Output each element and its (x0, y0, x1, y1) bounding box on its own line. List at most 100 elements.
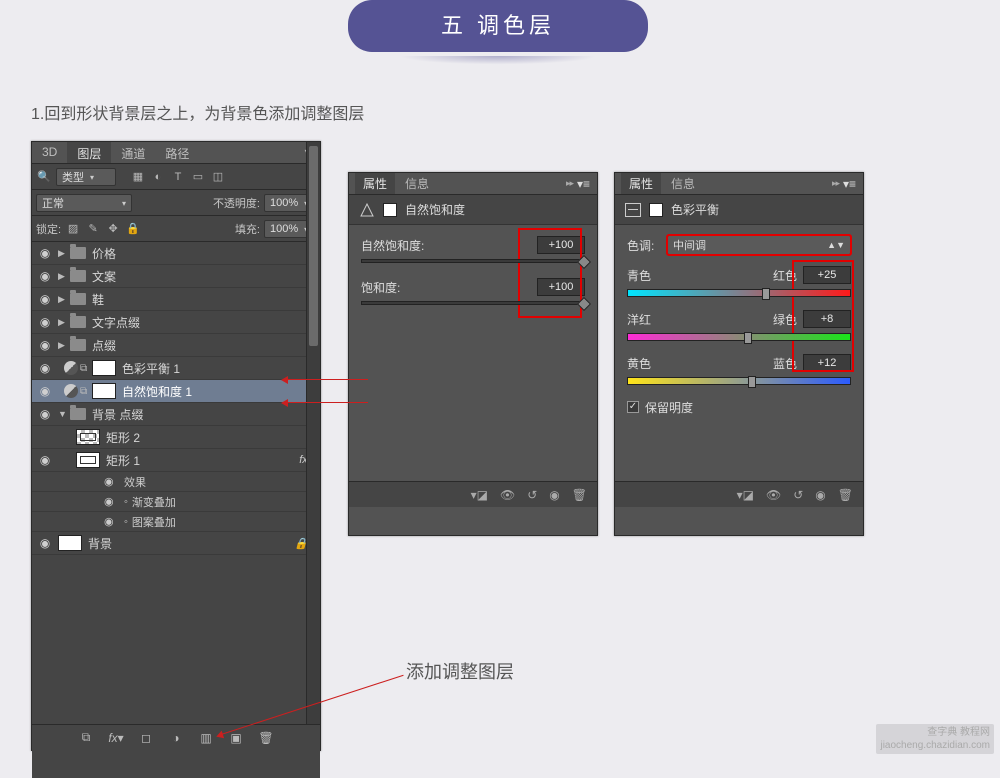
clip-to-layer-icon[interactable]: ▾◪ (471, 488, 488, 502)
tab-layers[interactable]: 图层 (67, 142, 111, 163)
reset-icon[interactable]: ↺ (793, 488, 803, 502)
toggle-visibility-icon[interactable]: ◉ (815, 488, 825, 502)
layer-row[interactable]: ◉背景🔒 (32, 532, 320, 555)
opacity-label: 不透明度: (213, 195, 260, 211)
panel-menu-icon[interactable]: ▾≡ (843, 177, 857, 191)
layer-fx-icon[interactable]: fx▾ (107, 731, 125, 745)
visibility-toggle-icon[interactable]: ◉ (32, 384, 58, 398)
lock-all-icon[interactable]: 🔒 (125, 221, 141, 237)
collapse-arrows-icon[interactable]: ▸▸ (832, 178, 843, 189)
properties-panel-vibrance: 属性 信息 ▸▸ ▾≡ 自然饱和度 自然饱和度: +100 饱和度: +100 … (348, 172, 598, 536)
delete-layer-icon[interactable]: 🗑 (257, 731, 275, 745)
filter-shape-icon[interactable]: ▭ (190, 169, 206, 185)
props-body: 色调: 中间调 ▲▼ 青色红色+25洋红绿色+8黄色蓝色+12 ✓ 保留明度 ▾… (615, 225, 863, 507)
watermark: 查字典 教程网 jiaocheng.chazidian.com (876, 724, 994, 754)
filter-kind-label: 类型 (62, 169, 84, 185)
visibility-toggle-icon[interactable]: ◉ (32, 292, 58, 306)
mask-icon[interactable] (649, 203, 663, 217)
layer-effects-header[interactable]: ◉效果 (32, 472, 320, 492)
layer-filter-row: 🔍 类型 ▦ ◐ T ▭ ◫ ▯ (32, 164, 320, 190)
layer-row[interactable]: ◉价格 (32, 242, 320, 265)
mask-thumbnail[interactable] (92, 360, 116, 376)
visibility-toggle-icon[interactable]: ◉ (32, 407, 58, 421)
filter-type-icon[interactable]: T (170, 169, 186, 185)
tab-properties[interactable]: 属性 (355, 173, 395, 194)
tab-properties[interactable]: 属性 (621, 173, 661, 194)
tab-paths[interactable]: 路径 (155, 142, 199, 163)
scrollbar-thumb[interactable] (309, 146, 318, 346)
saturation-slider[interactable] (361, 301, 585, 305)
view-previous-icon[interactable]: 👁 (766, 488, 781, 502)
layer-row[interactable]: ◉矩形 1fx (32, 449, 320, 472)
layers-tabbar: 3D 图层 通道 路径 ▾≡ (32, 142, 320, 164)
layer-row[interactable]: ◉文案 (32, 265, 320, 288)
vibrance-slider[interactable] (361, 259, 585, 263)
tab-info[interactable]: 信息 (663, 173, 703, 194)
reset-icon[interactable]: ↺ (527, 488, 537, 502)
search-icon[interactable]: 🔍 (36, 169, 52, 185)
layer-thumbnail[interactable] (58, 535, 82, 551)
filter-adjust-icon[interactable]: ◐ (150, 169, 166, 185)
disclosure-arrow-icon[interactable] (58, 248, 70, 259)
slider-left-label: 洋红 (627, 311, 651, 328)
lock-transparent-icon[interactable]: ▨ (65, 221, 81, 237)
layer-name: 文字点缀 (92, 314, 140, 331)
layer-effect-item[interactable]: ◉◦渐变叠加 (32, 492, 320, 512)
disclosure-arrow-icon[interactable] (58, 271, 70, 282)
tab-info[interactable]: 信息 (397, 173, 437, 194)
mask-icon[interactable] (383, 203, 397, 217)
filter-pixel-icon[interactable]: ▦ (130, 169, 146, 185)
color-slider[interactable] (627, 333, 851, 341)
pointer-arrow (283, 379, 368, 380)
layers-scrollbar[interactable] (306, 142, 320, 724)
slider-left-label: 黄色 (627, 355, 651, 372)
saturation-label: 饱和度: (361, 279, 537, 296)
new-layer-icon[interactable]: ▣ (227, 731, 245, 745)
tab-channels[interactable]: 通道 (111, 142, 155, 163)
disclosure-arrow-icon[interactable] (58, 409, 70, 419)
layer-thumbnail[interactable] (76, 452, 100, 468)
visibility-toggle-icon[interactable]: ◉ (32, 361, 58, 375)
panel-menu-icon[interactable]: ▾≡ (577, 177, 591, 191)
folder-icon (70, 270, 86, 282)
add-mask-icon[interactable]: ◻ (137, 731, 155, 745)
disclosure-arrow-icon[interactable] (58, 294, 70, 305)
layer-name: 背景 点缀 (92, 406, 143, 423)
blend-mode-dropdown[interactable]: 正常 (36, 194, 132, 212)
visibility-toggle-icon[interactable]: ◉ (32, 246, 58, 260)
toggle-visibility-icon[interactable]: ◉ (549, 488, 559, 502)
layer-row[interactable]: 矩形 2 (32, 426, 320, 449)
view-previous-icon[interactable]: 👁 (500, 488, 515, 502)
disclosure-arrow-icon[interactable] (58, 317, 70, 328)
collapse-arrows-icon[interactable]: ▸▸ (566, 178, 577, 189)
delete-adjust-icon[interactable]: 🗑 (838, 488, 853, 502)
color-slider[interactable] (627, 377, 851, 385)
layer-row[interactable]: ◉鞋 (32, 288, 320, 311)
visibility-toggle-icon[interactable]: ◉ (32, 315, 58, 329)
layer-effect-item[interactable]: ◉◦图案叠加 (32, 512, 320, 532)
link-layers-icon[interactable]: ⧉ (77, 730, 95, 745)
filter-kind-dropdown[interactable]: 类型 (56, 168, 116, 186)
visibility-toggle-icon[interactable]: ◉ (32, 453, 58, 467)
props-title: 色彩平衡 (671, 201, 719, 218)
folder-icon (70, 339, 86, 351)
delete-adjust-icon[interactable]: 🗑 (572, 488, 587, 502)
lock-pixels-icon[interactable]: ✎ (85, 221, 101, 237)
clip-to-layer-icon[interactable]: ▾◪ (737, 488, 754, 502)
tab-3d[interactable]: 3D (32, 142, 67, 163)
new-adjustment-icon[interactable]: ◑ (167, 731, 185, 745)
props-title-row: 色彩平衡 (615, 195, 863, 225)
visibility-toggle-icon[interactable]: ◉ (32, 536, 58, 550)
mask-thumbnail[interactable] (92, 383, 116, 399)
tone-dropdown[interactable]: 中间调 ▲▼ (667, 235, 851, 255)
layer-row[interactable]: ◉ 文字点缀 (32, 311, 320, 334)
layer-thumbnail[interactable] (76, 429, 100, 445)
filter-smart-icon[interactable]: ◫ (210, 169, 226, 185)
layer-row[interactable]: ◉点缀 (32, 334, 320, 357)
color-slider[interactable] (627, 289, 851, 297)
visibility-toggle-icon[interactable]: ◉ (32, 269, 58, 283)
lock-position-icon[interactable]: ✥ (105, 221, 121, 237)
visibility-toggle-icon[interactable]: ◉ (32, 338, 58, 352)
preserve-luminosity-checkbox[interactable]: ✓ (627, 401, 639, 413)
disclosure-arrow-icon[interactable] (58, 340, 70, 351)
